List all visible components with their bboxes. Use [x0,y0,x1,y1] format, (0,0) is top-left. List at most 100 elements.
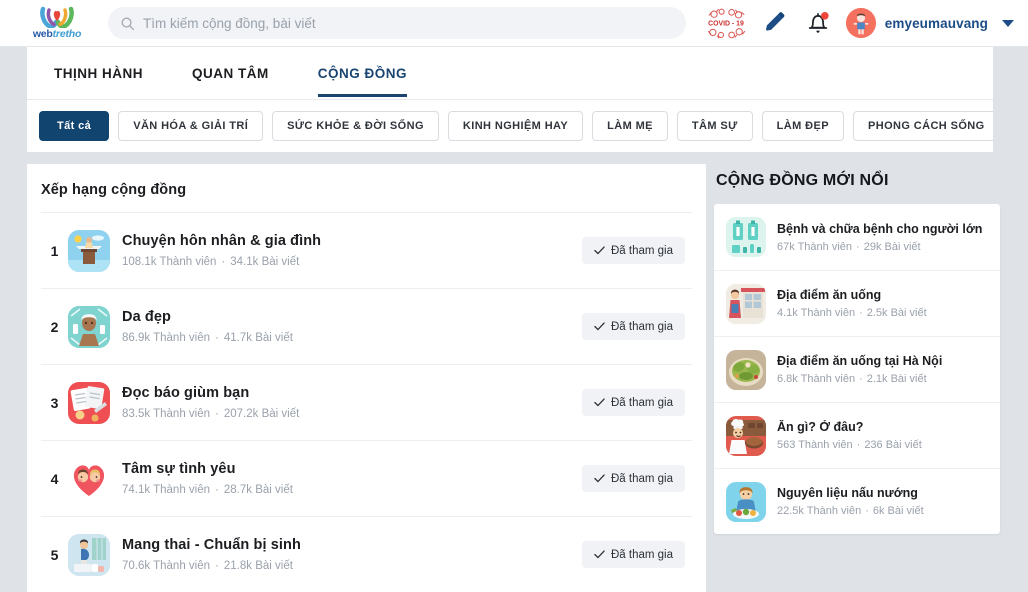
stats-separator: · [215,332,219,344]
post-count: 41.7k Bài viết [223,332,293,344]
community-info: Đọc báo giùm bạn 83.5k Thành viên · 207.2k… [122,385,582,420]
heart-couple-icon [68,457,110,500]
community-name: Địa điểm ăn uống tại Hà Nội [777,354,943,368]
joined-button-label: Đã tham gia [610,472,673,485]
list-item[interactable]: Bệnh và chữa bệnh cho người lớn 67k Thàn… [714,204,1000,270]
stats-separator: · [856,240,860,253]
community-stats: 22.5k Thành viên · 6k Bài viết [777,505,988,517]
community-name: Nguyên liệu nấu nướng [777,486,918,500]
search-bar[interactable] [108,7,686,39]
chip-kinh-nghiem-hay[interactable]: KINH NGHIỆM HAY [447,111,584,141]
joined-button[interactable]: Đã tham gia [581,237,685,264]
chip-van-hoa-giai-tri[interactable]: VĂN HÓA & GIẢI TRÍ [118,111,264,141]
chef-icon [726,415,766,456]
stats-separator: · [865,505,869,517]
restaurant-stall-icon [726,283,766,324]
notification-badge-dot [820,12,829,20]
emerging-list: Bệnh và chữa bệnh cho người lớn 67k Thàn… [714,204,1000,534]
chip-tam-su[interactable]: TÂM SỰ [676,111,753,141]
community-name: Ăn gì? Ở đâu? [777,420,864,434]
chip-phong-cach-song[interactable]: PHONG CÁCH SỐNG [852,111,993,141]
username-label[interactable]: emyeumauvang [885,16,988,31]
list-item[interactable]: Ăn gì? Ở đâu? 563 Thành viên · 236 Bài viế… [714,402,1000,468]
post-count: 2.5k Bài viết [866,307,927,319]
post-count: 2.1k Bài viết [866,373,927,385]
newspapers-icon [68,381,110,424]
primary-tabs: THỊNH HÀNH QUAN TÂM CỘNG ĐỒNG [27,47,993,100]
tab-quan-tam[interactable]: QUAN TÂM [192,47,269,96]
community-stats: 67k Thành viên · 29k Bài viết [777,241,988,253]
app-header: webtretho COVID - 19 [0,0,1028,47]
joined-button[interactable]: Đã tham gia [581,465,685,492]
post-count: 207.2k Bài viết [223,408,300,420]
brand-logo[interactable]: webtretho [0,6,100,40]
list-item[interactable]: Địa điểm ăn uống 4.1k Thành viên · 2.5k Bà… [714,270,1000,336]
post-count: 236 Bài viết [864,439,922,451]
list-item[interactable]: Nguyên liệu nấu nướng 22.5k Thành viên · 6… [714,468,1000,534]
notifications-button[interactable] [806,10,846,36]
joined-button[interactable]: Đã tham gia [581,541,685,568]
community-info: Da đẹp 86.9k Thành viên · 41.7k Bài viết [122,309,582,344]
joined-button-label: Đã tham gia [610,396,673,409]
tab-cong-dong[interactable]: CỘNG ĐỒNG [317,47,408,97]
emerging-communities-panel: CỘNG ĐỒNG MỚI NỔI Bệnh và chữa bệnh cho … [714,164,1000,534]
stats-separator: · [215,408,219,420]
community-name: Chuyện hôn nhân & gia đình [122,233,322,249]
community-info: Ăn gì? Ở đâu? 563 Thành viên · 236 Bài viế… [777,420,988,451]
community-stats: 6.8k Thành viên · 2.1k Bài viết [777,373,988,385]
navigation-card: THỊNH HÀNH QUAN TÂM CỘNG ĐỒNG Tất cả VĂN… [27,47,993,152]
post-count: 21.8k Bài viết [223,560,293,572]
member-count: 67k Thành viên [777,240,853,253]
member-count: 4.1k Thành viên [777,307,856,319]
community-name: Bệnh và chữa bệnh cho người lớn [777,221,983,236]
community-stats: 83.5k Thành viên · 207.2k Bài viết [122,408,582,420]
community-info: Địa điểm ăn uống tại Hà Nội 6.8k Thành v… [777,354,988,385]
chip-suc-khoe-doi-song[interactable]: SỨC KHỎE & ĐỜI SỐNG [272,111,439,141]
list-item[interactable]: Địa điểm ăn uống tại Hà Nội 6.8k Thành v… [714,336,1000,402]
stats-separator: · [221,256,226,268]
community-stats: 74.1k Thành viên · 28.7k Bài viết [122,484,582,496]
community-name: Mang thai - Chuẩn bị sinh [122,537,301,553]
stats-separator: · [859,373,863,385]
heart-w-logo-icon [40,7,74,29]
member-count: 74.1k Thành viên [122,484,211,496]
stats-separator: · [215,560,219,572]
table-row[interactable]: 4 Tâm sự tình yêu 74.1k Thành viên · 28.7k… [41,440,692,516]
table-row[interactable]: 1 Chuyện hôn nhân & gia đình 108.1k Thàn… [41,212,692,288]
joined-button-label: Đã tham gia [610,548,673,561]
tab-thinh-hanh[interactable]: THỊNH HÀNH [54,47,143,96]
rank-number: 3 [50,394,59,411]
table-row[interactable]: 2 Da đẹp 86.9k Thành viên · 41.7k Bài viết [41,288,692,364]
chevron-down-icon[interactable] [1002,19,1014,27]
member-count: 22.5k Thành viên [777,505,862,517]
stats-separator: · [856,439,861,451]
chip-lam-me[interactable]: LÀM MẸ [592,111,668,141]
search-input[interactable] [143,7,674,39]
rank-number: 4 [50,470,59,487]
member-count: 70.6k Thành viên [122,560,211,572]
check-icon [594,398,605,407]
covid-virus-icon: COVID - 19 [707,8,745,39]
member-count: 6.8k Thành viên [777,373,856,385]
joined-button-label: Đã tham gia [610,320,673,333]
avatar[interactable] [845,8,876,38]
rank-number: 1 [50,242,59,259]
community-stats: 108.1k Thành viên · 34.1k Bài viết [122,256,582,268]
chip-lam-dep[interactable]: LÀM ĐẸP [761,111,844,141]
member-count: 83.5k Thành viên [122,408,211,420]
chip-tat-ca[interactable]: Tất cả [39,111,110,141]
page-title: Xếp hạng cộng đồng [41,182,187,198]
compose-post-button[interactable] [762,11,806,35]
community-info: Chuyện hôn nhân & gia đình 108.1k Thành … [122,233,582,268]
check-icon [594,550,605,559]
header-actions: COVID - 19 emyeumauvang [704,6,1028,40]
table-row[interactable]: 5 Mang thai - Chuẩn bị sinh 70.6k Thành … [41,516,692,592]
member-count: 563 Thành viên [777,439,853,451]
couple-on-pedestal-icon [68,229,110,272]
joined-button[interactable]: Đã tham gia [581,313,685,340]
table-row[interactable]: 3 Đọc báo giùm bạn 83.5k Thành viên · 20… [41,364,692,440]
covid-info-button[interactable]: COVID - 19 [704,6,762,40]
user-avatar-icon [845,8,876,38]
joined-button[interactable]: Đã tham gia [581,389,685,416]
check-icon [594,246,605,255]
